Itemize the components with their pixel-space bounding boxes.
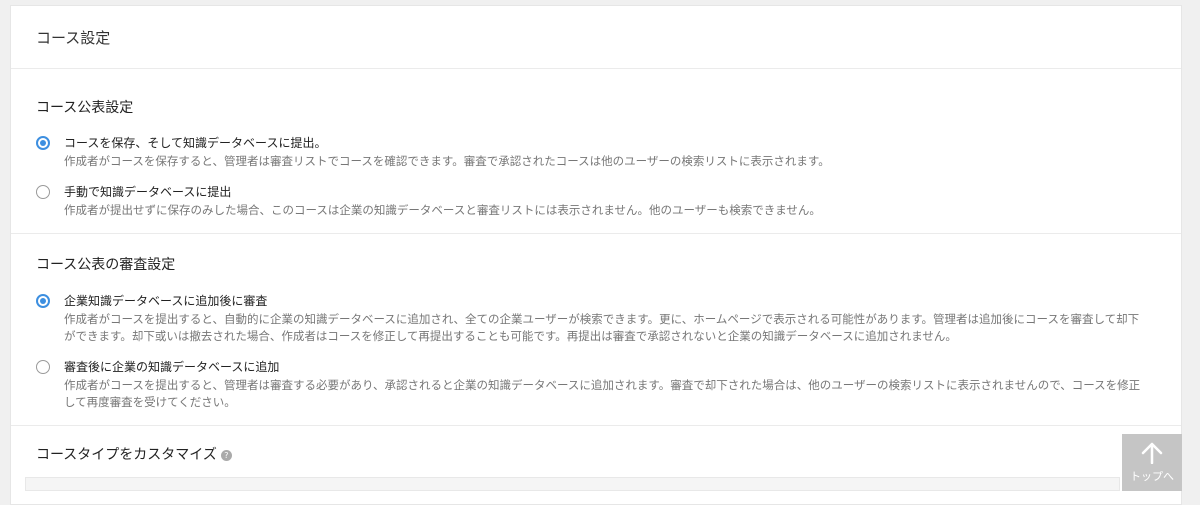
publish-manual-desc: 作成者が提出せずに保存のみした場合、このコースは企業の知識データベースと審査リス… xyxy=(64,203,821,217)
card-header: コース設定 xyxy=(11,6,1181,69)
question-icon[interactable]: ? xyxy=(220,449,232,461)
review-before-add-label: 審査後に企業の知識データベースに追加 xyxy=(64,360,280,374)
back-to-top-label: トップへ xyxy=(1130,470,1174,483)
customize-course-type-title: コースタイプをカスタマイズ xyxy=(36,447,217,463)
publish-manual-radio[interactable] xyxy=(36,185,50,199)
publish-settings-title: コース公表設定 xyxy=(36,100,134,116)
review-before-add-radio[interactable] xyxy=(36,360,50,374)
page-title: コース設定 xyxy=(36,28,111,47)
review-settings-section: コース公表の審査設定 企業知識データベースに追加後に審査 作成者がコースを提出す… xyxy=(11,234,1181,426)
review-settings-title: コース公表の審査設定 xyxy=(36,257,176,273)
publish-option-auto-submit[interactable]: コースを保存、そして知識データベースに提出。 作成者がコースを保存すると、管理者… xyxy=(36,135,1156,170)
customize-course-type-section: コースタイプをカスタマイズ? xyxy=(11,426,1181,464)
review-option-after-add[interactable]: 企業知識データベースに追加後に審査 作成者がコースを提出すると、自動的に企業の知… xyxy=(36,293,1156,345)
publish-auto-label: コースを保存、そして知識データベースに提出。 xyxy=(64,136,327,150)
publish-settings-section: コース公表設定 コースを保存、そして知識データベースに提出。 作成者がコースを保… xyxy=(11,69,1181,234)
publish-auto-desc: 作成者がコースを保存すると、管理者は審査リストでコースを確認できます。審査で承認… xyxy=(64,154,830,168)
arrow-up-icon xyxy=(1141,442,1163,464)
review-after-add-radio[interactable] xyxy=(36,294,50,308)
review-after-add-desc: 作成者がコースを提出すると、自動的に企業の知識データベースに追加され、全ての企業… xyxy=(64,312,1140,343)
course-type-list-area xyxy=(25,477,1120,491)
back-to-top-button[interactable]: トップへ xyxy=(1122,434,1182,491)
review-after-add-label: 企業知識データベースに追加後に審査 xyxy=(64,294,268,308)
publish-auto-radio[interactable] xyxy=(36,136,50,150)
review-option-before-add[interactable]: 審査後に企業の知識データベースに追加 作成者がコースを提出すると、管理者は審査す… xyxy=(36,359,1156,411)
publish-manual-label: 手動で知識データベースに提出 xyxy=(64,185,232,199)
review-before-add-desc: 作成者がコースを提出すると、管理者は審査する必要があり、承認されると企業の知識デ… xyxy=(64,378,1141,409)
publish-option-manual-submit[interactable]: 手動で知識データベースに提出 作成者が提出せずに保存のみした場合、このコースは企… xyxy=(36,184,1156,219)
course-settings-card: コース設定 コース公表設定 コースを保存、そして知識データベースに提出。 作成者… xyxy=(10,5,1182,505)
